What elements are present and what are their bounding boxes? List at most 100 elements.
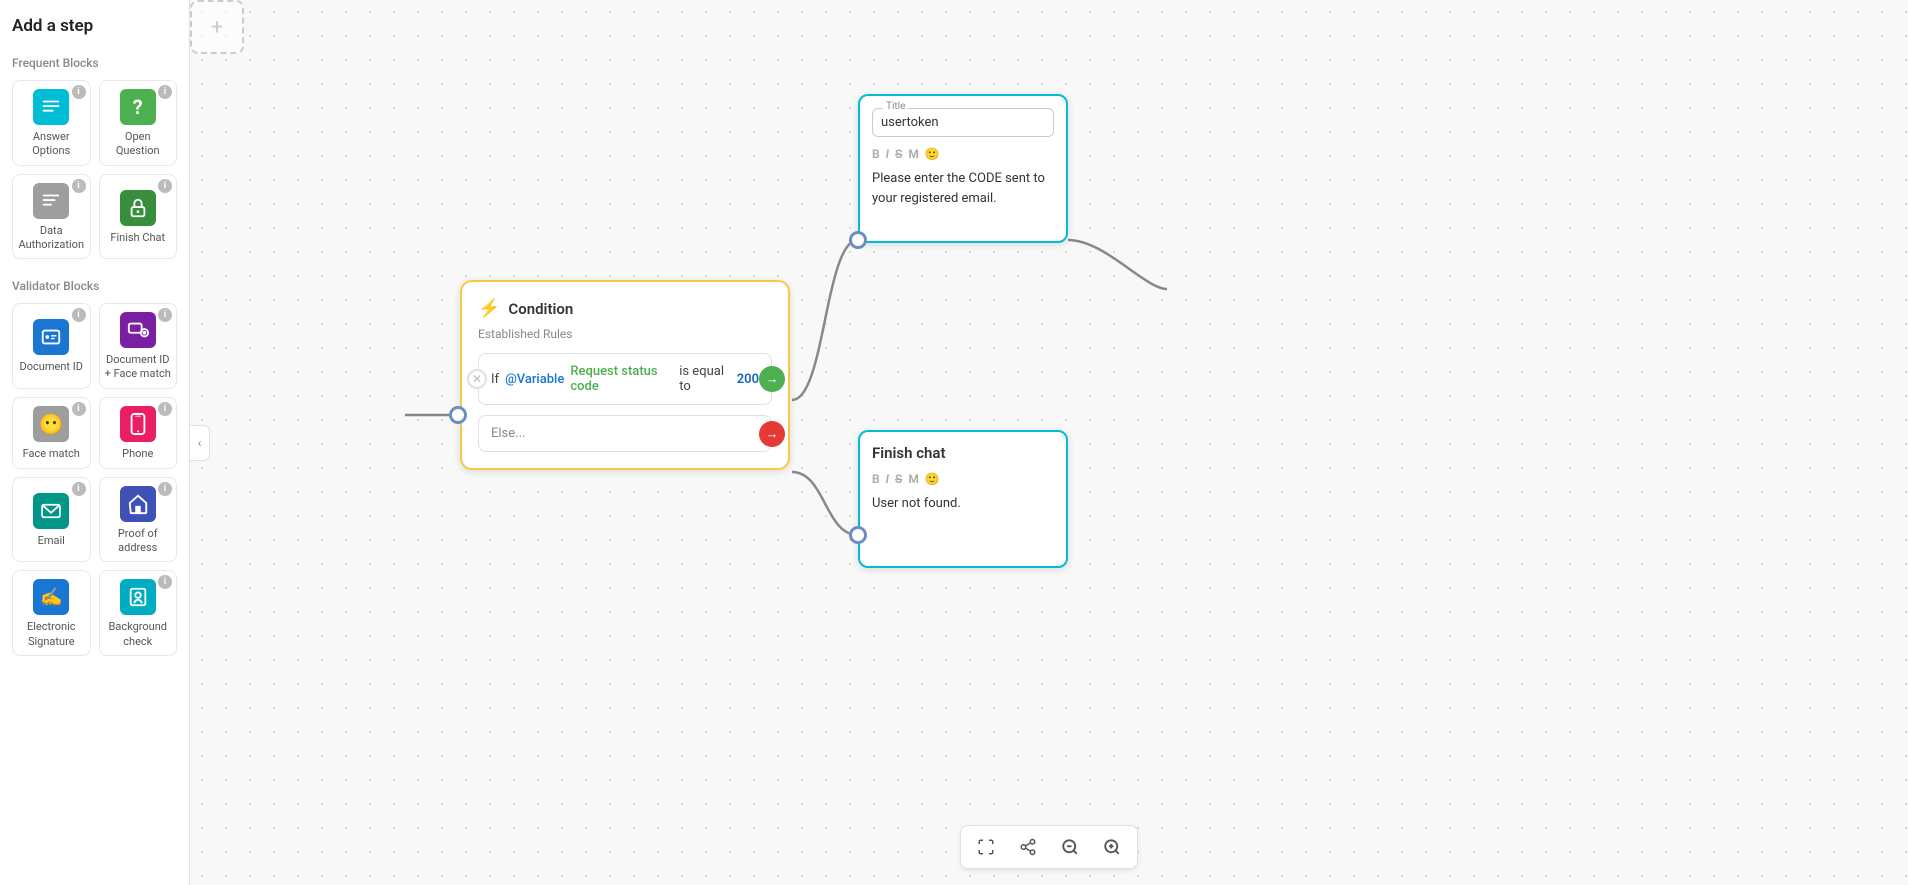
strikethrough-button[interactable]: S [895, 147, 902, 161]
bold-button-2[interactable]: B [872, 472, 880, 486]
block-data-auth[interactable]: i Data Authorization [12, 174, 91, 260]
info-icon: i [72, 179, 86, 193]
conn-dot-message-in [849, 231, 867, 249]
background-check-label: Background check [104, 620, 173, 649]
conn-dot-finish-in [849, 526, 867, 544]
node-title-wrap: Title usertoken [872, 108, 1054, 137]
condition-rule-row: ✕ If @Variable Request status code is eq… [478, 353, 772, 405]
sidebar-title: Add a step [12, 16, 177, 36]
document-id-icon [33, 319, 69, 355]
block-background-check[interactable]: i Background check [99, 570, 178, 656]
mono-button[interactable]: M [908, 147, 919, 161]
finish-chat-node: Finish chat B I S M 🙂 User not found. [858, 430, 1068, 568]
document-id-label: Document ID [20, 360, 83, 374]
fit-screen-button[interactable] [971, 832, 1001, 862]
plus-icon: + [211, 15, 223, 40]
emoji-button[interactable]: 🙂 [925, 147, 940, 161]
info-icon: i [158, 575, 172, 589]
emoji-button-2[interactable]: 🙂 [925, 472, 940, 486]
answer-options-icon [33, 89, 69, 125]
node-field-label: Title [883, 101, 908, 112]
document-face-label: Document ID + Face match [104, 353, 173, 382]
finish-node-body[interactable]: User not found. [872, 494, 1054, 554]
background-check-icon [120, 579, 156, 615]
proof-address-icon [120, 486, 156, 522]
rule-equal-text: is equal to [679, 364, 731, 394]
info-icon: i [72, 402, 86, 416]
condition-header: ⚡ Condition [478, 298, 772, 319]
bold-button[interactable]: B [872, 147, 880, 161]
finish-node-toolbar: B I S M 🙂 [872, 472, 1054, 486]
sidebar-collapse-button[interactable]: ‹ [190, 425, 210, 461]
email-icon [33, 493, 69, 529]
block-phone[interactable]: i Phone [99, 397, 178, 469]
block-face-match[interactable]: i 😶 Face match [12, 397, 91, 469]
validator-blocks-label: Validator Blocks [12, 279, 177, 293]
electronic-sig-icon: ✍ [33, 579, 69, 615]
sidebar: Add a step Frequent Blocks i Answer Opti… [0, 0, 190, 885]
bottom-toolbar [960, 825, 1138, 869]
finish-chat-label: Finish Chat [110, 231, 165, 245]
block-document-face[interactable]: i Document ID + Face match [99, 303, 178, 389]
block-document-id[interactable]: i Document ID [12, 303, 91, 389]
condition-title: Condition [508, 300, 573, 318]
rule-remove-button[interactable]: ✕ [467, 369, 487, 389]
face-match-icon: 😶 [33, 406, 69, 442]
rule-highlight-text: Request status code [570, 364, 673, 394]
frequent-blocks-grid: i Answer Options i ? Open Question i [12, 80, 177, 259]
block-electronic-sig[interactable]: ✍ Electronic Signature [12, 570, 91, 656]
electronic-sig-label: Electronic Signature [17, 620, 86, 649]
rule-go-button[interactable]: → [759, 366, 785, 392]
block-open-question[interactable]: i ? Open Question [99, 80, 178, 166]
info-icon: i [158, 402, 172, 416]
face-match-label: Face match [23, 447, 80, 461]
info-icon: i [158, 482, 172, 496]
info-icon: i [72, 308, 86, 322]
open-question-label: Open Question [104, 130, 173, 159]
rule-var-text: @Variable [505, 372, 564, 387]
finish-node-title: Finish chat [872, 444, 1054, 462]
open-question-icon: ? [120, 89, 156, 125]
zoom-out-button[interactable] [1055, 832, 1085, 862]
info-icon: i [72, 85, 86, 99]
finish-chat-icon [120, 190, 156, 226]
canvas: ⚡ Condition Established Rules ✕ If @Vari… [190, 0, 1908, 885]
else-remove-button[interactable]: → [759, 421, 785, 447]
zoom-in-button[interactable] [1097, 832, 1127, 862]
condition-node: ⚡ Condition Established Rules ✕ If @Vari… [460, 280, 790, 470]
plus-node[interactable]: + [190, 0, 244, 54]
mono-button-2[interactable]: M [908, 472, 919, 486]
phone-label: Phone [122, 447, 153, 461]
condition-else-row: Else... → [478, 415, 772, 452]
italic-button[interactable]: I [886, 147, 889, 161]
validator-blocks-grid: i Document ID i Document ID + [12, 303, 177, 656]
rule-if-text: If [491, 372, 499, 387]
block-email[interactable]: i Email [12, 477, 91, 563]
info-icon: i [158, 179, 172, 193]
block-finish-chat[interactable]: i Finish Chat [99, 174, 178, 260]
message-node: Title usertoken B I S M 🙂 Please enter t… [858, 94, 1068, 243]
strikethrough-button-2[interactable]: S [895, 472, 902, 486]
info-icon: i [72, 482, 86, 496]
node-body[interactable]: Please enter the CODE sent to your regis… [872, 169, 1054, 229]
phone-icon [120, 406, 156, 442]
share-button[interactable] [1013, 832, 1043, 862]
data-auth-label: Data Authorization [17, 224, 86, 253]
answer-options-label: Answer Options [17, 130, 86, 159]
node-toolbar: B I S M 🙂 [872, 147, 1054, 161]
block-proof-address[interactable]: i Proof of address [99, 477, 178, 563]
else-label: Else... [491, 426, 525, 441]
email-label: Email [38, 534, 65, 548]
document-face-icon [120, 312, 156, 348]
italic-button-2[interactable]: I [886, 472, 889, 486]
frequent-blocks-label: Frequent Blocks [12, 56, 177, 70]
node-title-value[interactable]: usertoken [881, 115, 939, 130]
rule-value-text: 200 [737, 372, 759, 387]
info-icon: i [158, 308, 172, 322]
condition-subtitle: Established Rules [478, 327, 772, 341]
proof-address-label: Proof of address [104, 527, 173, 556]
info-icon: i [158, 85, 172, 99]
block-answer-options[interactable]: i Answer Options [12, 80, 91, 166]
data-auth-icon [33, 183, 69, 219]
condition-icon: ⚡ [478, 298, 500, 319]
